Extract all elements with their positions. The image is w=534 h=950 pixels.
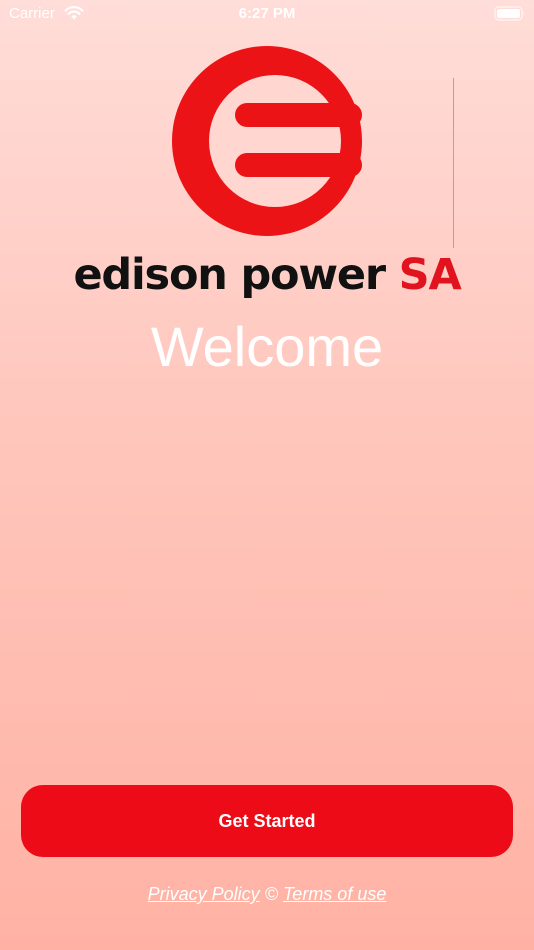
- legal-links: Privacy Policy © Terms of use: [0, 882, 534, 906]
- copyright-separator: ©: [264, 884, 278, 904]
- clock-time: 6:27 PM: [238, 5, 296, 22]
- edison-logo-icon: [172, 46, 362, 236]
- terms-of-use-link[interactable]: Terms of use: [283, 884, 386, 904]
- get-started-button[interactable]: Get Started: [21, 785, 513, 857]
- brand-name: edison power: [73, 250, 386, 300]
- logo-divider-line: [453, 78, 454, 248]
- battery-icon: [494, 6, 525, 21]
- welcome-title: Welcome: [150, 315, 384, 378]
- brand-suffix: SA: [398, 250, 462, 300]
- brand-wordmark: edison power SA: [0, 247, 534, 303]
- status-bar: Carrier 6:27 PM: [0, 0, 534, 28]
- privacy-policy-link[interactable]: Privacy Policy: [148, 884, 260, 904]
